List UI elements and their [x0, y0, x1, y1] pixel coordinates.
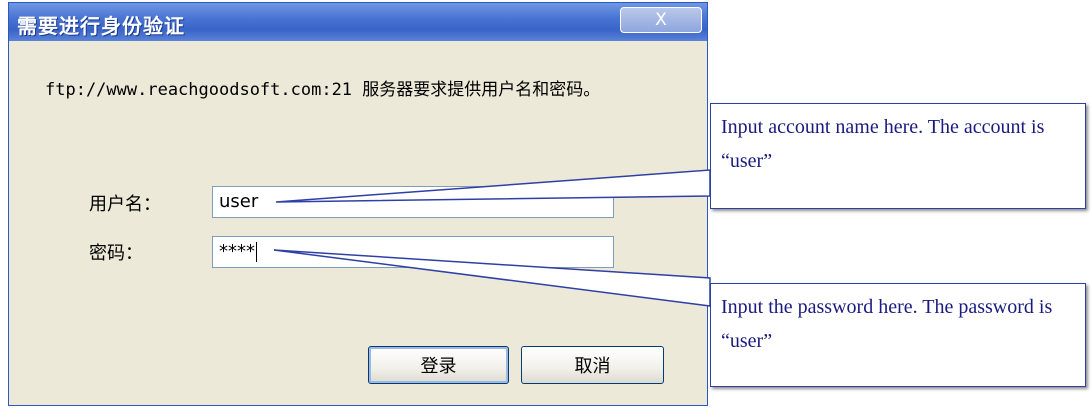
account-callout: Input account name here. The account is …: [710, 103, 1086, 209]
password-callout: Input the password here. The password is…: [710, 283, 1086, 387]
account-callout-pointer: [275, 169, 711, 203]
password-callout-pointer: [273, 249, 711, 307]
